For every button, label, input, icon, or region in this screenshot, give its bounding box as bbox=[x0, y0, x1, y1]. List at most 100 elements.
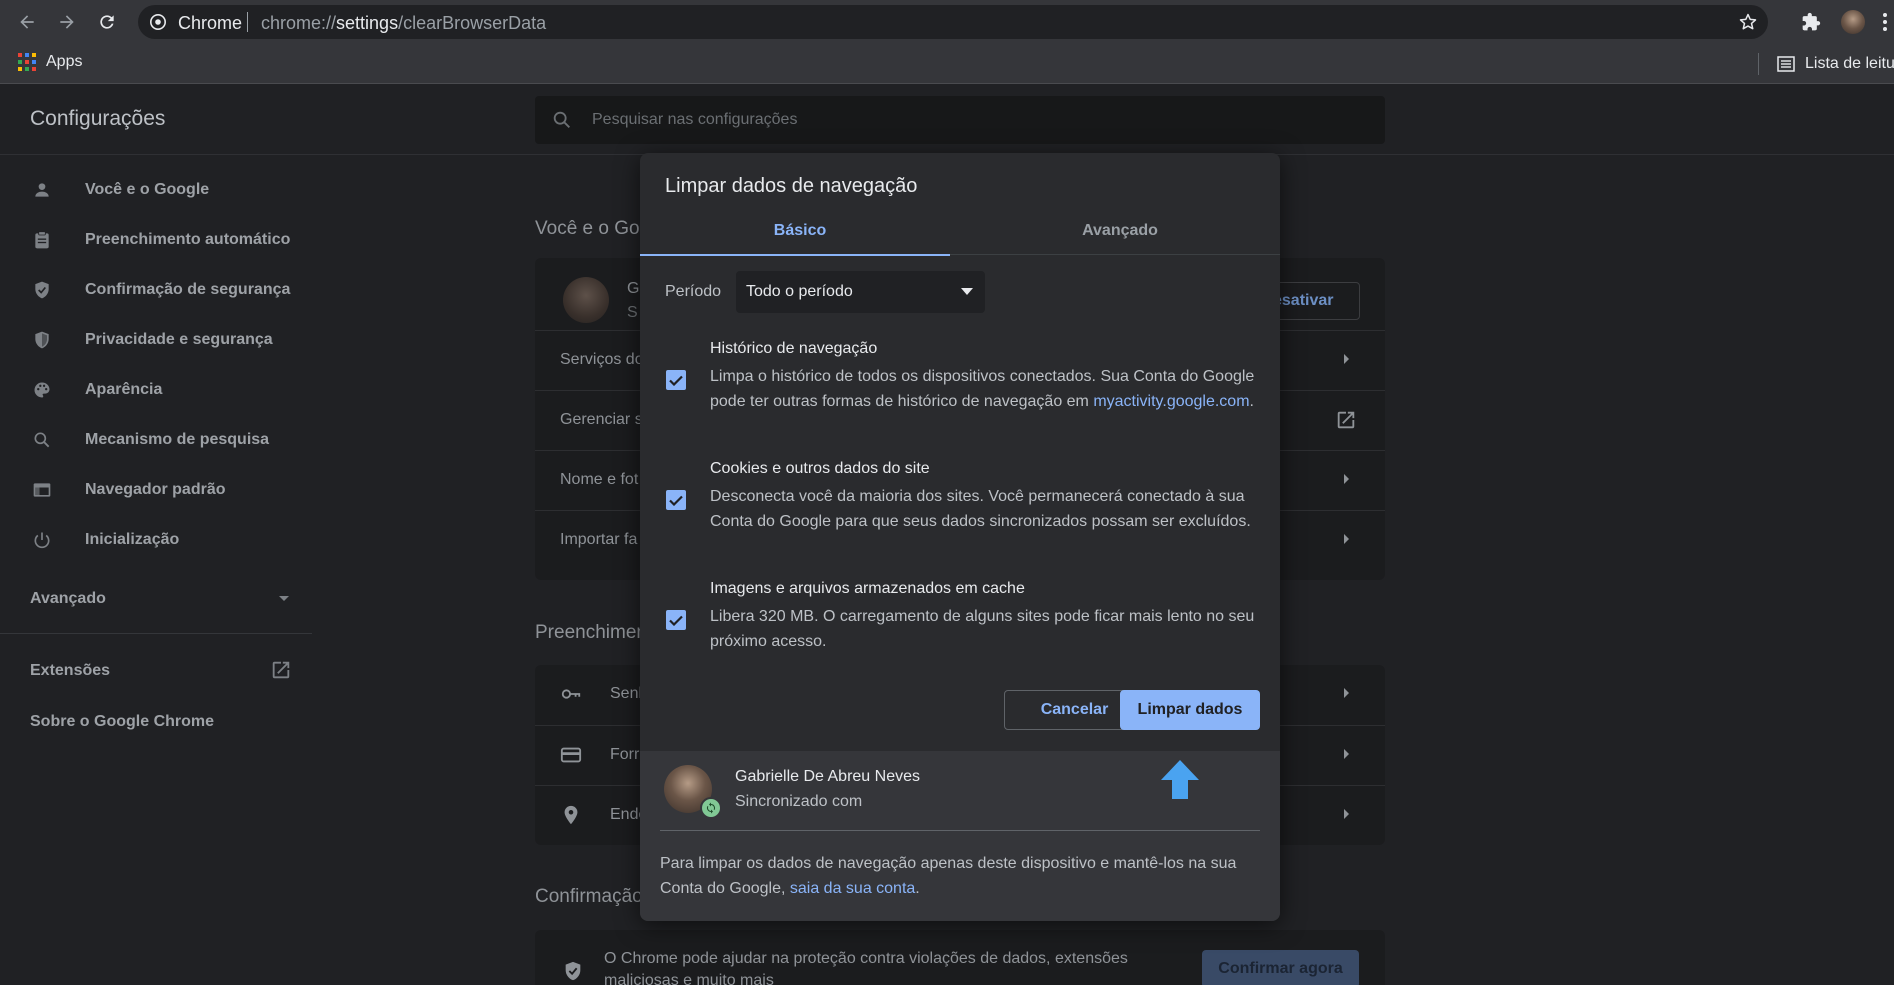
browsing-history-checkbox[interactable] bbox=[666, 370, 686, 390]
location-pin-icon bbox=[560, 804, 582, 826]
row-label: Serviços do bbox=[560, 351, 644, 368]
sidebar-item-safety-check[interactable]: Confirmação de segurança bbox=[0, 270, 315, 310]
open-in-new-icon bbox=[270, 659, 292, 681]
sidebar-item-autofill[interactable]: Preenchimento automático bbox=[0, 220, 315, 260]
cache-checkbox[interactable] bbox=[666, 610, 686, 630]
sidebar-item-label: Preenchimento automático bbox=[85, 231, 291, 248]
forward-arrow-icon bbox=[60, 15, 74, 29]
option-title: Imagens e arquivos armazenados em cache bbox=[710, 580, 1025, 597]
avatar bbox=[563, 277, 609, 323]
site-label: Chrome bbox=[178, 13, 243, 33]
back-button[interactable] bbox=[14, 9, 40, 35]
row-label: Forr bbox=[610, 746, 640, 763]
palette-icon bbox=[30, 378, 54, 402]
bookmark-star-icon[interactable] bbox=[1738, 12, 1758, 32]
sidebar-item-label: Inicialização bbox=[85, 531, 180, 548]
sidebar-advanced-toggle[interactable]: Avançado bbox=[30, 590, 290, 608]
sidebar-item-about[interactable]: Sobre o Google Chrome bbox=[30, 713, 214, 731]
sidebar-item-extensions[interactable]: Extensões bbox=[30, 659, 292, 681]
sidebar-divider bbox=[0, 633, 312, 634]
myactivity-link[interactable]: myactivity.google.com bbox=[1093, 393, 1249, 410]
apps-grid-icon bbox=[18, 53, 36, 71]
browser-window-icon bbox=[30, 478, 54, 502]
dropdown-arrow-icon bbox=[961, 288, 973, 295]
reading-list-icon bbox=[1777, 56, 1795, 72]
sidebar-item-label: Navegador padrão bbox=[85, 481, 226, 498]
checkmark-icon bbox=[669, 375, 683, 386]
section-title-you-and-google: Você e o Goo bbox=[535, 218, 651, 239]
menu-dots-icon[interactable] bbox=[1872, 9, 1894, 35]
sidebar-item-label: Você e o Google bbox=[85, 181, 210, 198]
chrome-logo-icon bbox=[150, 14, 166, 30]
chevron-right-icon bbox=[1343, 748, 1351, 760]
url-path: /clearBrowserData bbox=[398, 13, 547, 33]
shield-half-icon bbox=[30, 328, 54, 352]
sidebar-item-label: Privacidade e segurança bbox=[85, 331, 273, 348]
search-placeholder: Pesquisar nas configurações bbox=[592, 111, 798, 128]
checkmark-icon bbox=[669, 615, 683, 626]
sidebar-item-you-and-google[interactable]: Você e o Google bbox=[0, 170, 315, 210]
reload-button[interactable] bbox=[94, 9, 120, 35]
chevron-down-icon bbox=[278, 595, 290, 603]
tab-advanced[interactable]: Avançado bbox=[960, 207, 1280, 255]
chevron-right-icon bbox=[1343, 808, 1351, 820]
settings-search[interactable]: Pesquisar nas configurações bbox=[535, 96, 1385, 144]
apps-bookmark[interactable]: Apps bbox=[18, 53, 82, 71]
up-arrow-icon bbox=[1159, 759, 1201, 801]
chevron-right-icon bbox=[1343, 353, 1351, 365]
sidebar-item-search-engine[interactable]: Mecanismo de pesquisa bbox=[0, 420, 315, 460]
chevron-right-icon bbox=[1343, 533, 1351, 545]
section-title-autofill: Preenchimen bbox=[535, 622, 647, 643]
option-description: Desconecta você da maioria dos sites. Vo… bbox=[710, 488, 1251, 530]
dialog-footer: Gabrielle De Abreu Neves Sincronizado co… bbox=[640, 751, 1280, 921]
address-bar[interactable]: Chrome chrome://settings/clearBrowserDat… bbox=[138, 5, 1768, 39]
profile-avatar[interactable] bbox=[1840, 9, 1866, 35]
url-text: chrome://settings/clearBrowserData bbox=[261, 13, 546, 34]
profile-status-partial: S bbox=[627, 304, 638, 321]
reading-list-button[interactable]: Lista de leitur bbox=[1758, 53, 1894, 75]
sync-status: Sincronizado com bbox=[735, 793, 863, 810]
back-arrow-icon bbox=[20, 15, 34, 29]
sync-icon bbox=[700, 797, 722, 819]
footer-divider bbox=[660, 830, 1260, 831]
settings-header: Configurações Pesquisar nas configuraçõe… bbox=[0, 85, 1894, 155]
time-range-select[interactable]: Todo o período bbox=[736, 271, 985, 313]
address-separator bbox=[247, 12, 248, 32]
clear-data-button[interactable]: Limpar dados bbox=[1120, 690, 1260, 730]
credit-card-icon bbox=[560, 744, 582, 766]
sidebar-item-startup[interactable]: Inicialização bbox=[0, 520, 315, 560]
reading-list-label: Lista de leitur bbox=[1805, 55, 1894, 72]
option-cache: Imagens e arquivos armazenados em cache … bbox=[640, 580, 1280, 655]
sidebar-item-default-browser[interactable]: Navegador padrão bbox=[0, 470, 315, 510]
forward-button[interactable] bbox=[54, 9, 80, 35]
shield-check-icon bbox=[30, 278, 54, 302]
extensions-puzzle-icon[interactable] bbox=[1798, 9, 1824, 35]
chevron-right-icon bbox=[1343, 687, 1351, 699]
sidebar-item-privacy[interactable]: Privacidade e segurança bbox=[0, 320, 315, 360]
url-scheme: chrome:// bbox=[261, 13, 337, 33]
sign-out-link[interactable]: saia da sua conta bbox=[790, 880, 915, 897]
sidebar-item-appearance[interactable]: Aparência bbox=[0, 370, 315, 410]
option-cookies: Cookies e outros dados do site Desconect… bbox=[640, 460, 1280, 560]
dialog-tabs: Básico Avançado bbox=[640, 207, 1280, 256]
account-name: Gabrielle De Abreu Neves bbox=[735, 768, 920, 785]
person-icon bbox=[30, 178, 54, 202]
shield-check-icon bbox=[562, 960, 584, 982]
safety-check-description: O Chrome pode ajudar na proteção contra … bbox=[604, 950, 1128, 985]
period-label: Período bbox=[665, 283, 722, 300]
option-desc-end: . bbox=[1249, 393, 1254, 410]
power-icon bbox=[30, 528, 54, 552]
option-browsing-history: Histórico de navegação Limpa o histórico… bbox=[640, 340, 1280, 440]
search-icon bbox=[30, 428, 54, 452]
settings-title: Configurações bbox=[30, 107, 166, 130]
check-now-button[interactable]: Confirmar agora bbox=[1202, 950, 1359, 985]
tab-basic[interactable]: Básico bbox=[640, 207, 960, 256]
cookies-checkbox[interactable] bbox=[666, 490, 686, 510]
clipboard-icon bbox=[30, 228, 54, 252]
sidebar-item-label: Aparência bbox=[85, 381, 163, 398]
browser-toolbar: Chrome chrome://settings/clearBrowserDat… bbox=[0, 0, 1894, 44]
option-title: Cookies e outros dados do site bbox=[710, 460, 930, 477]
checkmark-icon bbox=[669, 495, 683, 506]
search-icon bbox=[551, 109, 573, 131]
note-end: . bbox=[915, 880, 920, 897]
